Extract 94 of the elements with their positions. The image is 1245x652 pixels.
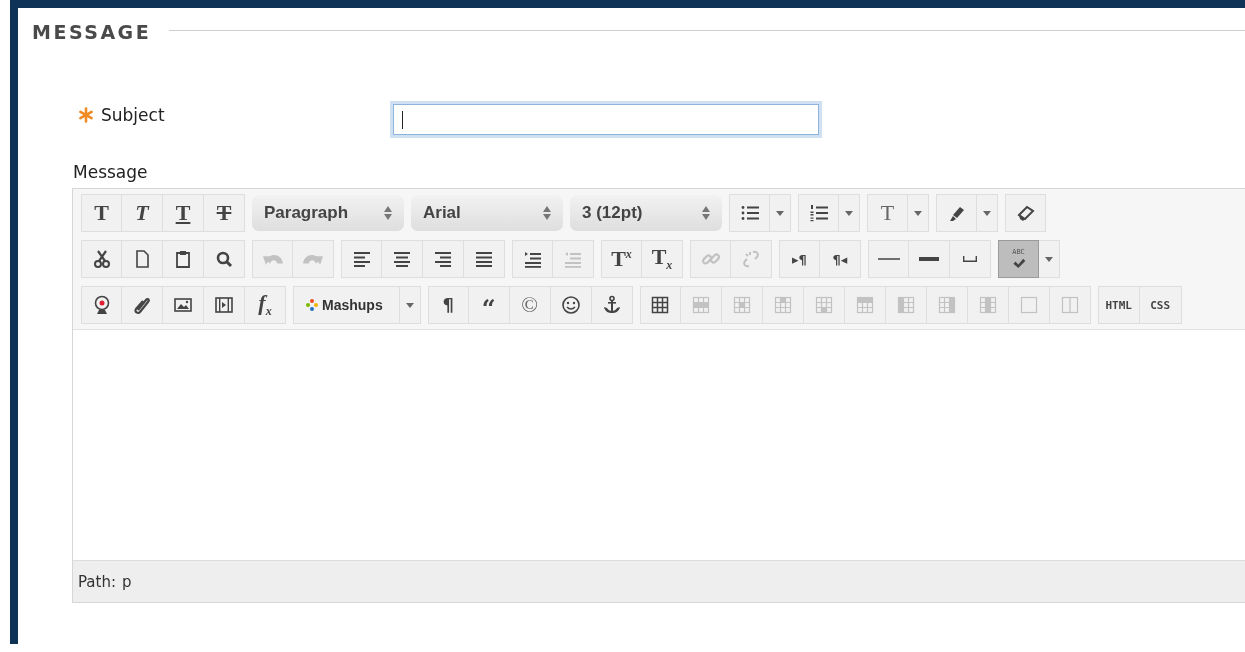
table-cells-icon — [813, 295, 834, 315]
toolbar-button[interactable]: T — [204, 194, 245, 232]
toolbar-button[interactable] — [81, 240, 122, 278]
dropdown-select[interactable]: Paragraph — [252, 195, 404, 231]
subject-field[interactable] — [393, 104, 819, 135]
toolbar-button[interactable]: T — [81, 194, 122, 232]
video-icon — [214, 295, 234, 315]
toolbar-button[interactable] — [81, 286, 122, 324]
toolbar-button[interactable]: T — [867, 194, 908, 232]
toolbar-button[interactable] — [163, 240, 204, 278]
toolbar-button[interactable] — [550, 286, 592, 324]
toolbar-button[interactable]: ▸¶ — [779, 240, 820, 278]
broken-link-icon — [741, 249, 761, 269]
align-center-icon — [392, 249, 412, 269]
thin-line-icon — [877, 258, 900, 260]
table-cells-icon — [977, 295, 998, 315]
dropdown-arrow-button[interactable] — [399, 286, 421, 324]
toolbar-button[interactable] — [1005, 194, 1046, 232]
subject-label: Subject — [101, 104, 165, 125]
undo-icon — [262, 253, 283, 265]
code-view-button[interactable]: CSS — [1139, 286, 1182, 324]
search-icon — [214, 249, 234, 269]
smiley-icon — [560, 295, 581, 315]
mashups-menu-button[interactable]: Mashups — [293, 286, 400, 324]
caret-icon — [405, 302, 414, 308]
toolbar-button[interactable]: © — [509, 286, 551, 324]
toolbar-button[interactable]: T$^{x}$ — [601, 240, 642, 278]
caret-icon — [776, 210, 784, 216]
anchor-icon — [601, 295, 622, 315]
toolbar-button[interactable] — [423, 240, 464, 278]
table-cells-icon — [690, 295, 711, 315]
toolbar-button[interactable] — [512, 240, 553, 278]
dropdown-arrow-button[interactable] — [908, 194, 929, 232]
clipboard-icon — [173, 249, 193, 269]
dropdown-select[interactable]: Arial — [411, 195, 563, 231]
table-cells-icon — [936, 295, 957, 315]
align-left-icon — [351, 249, 372, 269]
toolbar-button[interactable] — [639, 286, 681, 324]
toolbar-button[interactable]: T — [122, 194, 163, 232]
square-icon — [1018, 295, 1039, 315]
toolbar-button[interactable] — [591, 286, 633, 324]
updown-arrows-icon — [384, 206, 392, 220]
message-label: Message — [73, 162, 148, 182]
justify-icon — [474, 249, 494, 269]
align-right-icon — [433, 249, 453, 269]
toolbar-button[interactable] — [122, 286, 163, 324]
toolbar-button[interactable] — [122, 240, 163, 278]
updown-arrows-icon — [702, 206, 710, 220]
toolbar-button[interactable] — [729, 194, 770, 232]
path-label: Path: — [78, 572, 116, 591]
table-cells-icon — [854, 295, 875, 315]
outdent-icon — [563, 249, 583, 269]
toolbar-button[interactable] — [204, 240, 245, 278]
table-icon — [650, 295, 671, 315]
table-cells-icon — [772, 295, 793, 315]
updown-arrows-icon — [543, 206, 551, 220]
split-cell-icon — [1059, 295, 1080, 315]
toolbar-button[interactable] — [163, 286, 204, 324]
paperclip-icon — [132, 295, 152, 315]
dots-icon — [306, 299, 318, 311]
section-title: MESSAGE — [32, 21, 152, 43]
table-cells-icon — [731, 295, 752, 315]
eraser-icon — [1015, 203, 1036, 223]
caret-icon — [1045, 256, 1053, 262]
image-icon — [173, 295, 193, 315]
dropdown-arrow-button[interactable] — [1039, 240, 1060, 278]
toolbar-button[interactable]: T — [163, 194, 204, 232]
table-cells-icon — [895, 295, 916, 315]
toolbar-button[interactable]: “ — [468, 286, 510, 324]
caret-icon — [914, 210, 922, 216]
toolbar-button[interactable]: T$_{x}$ — [642, 240, 683, 278]
toolbar-button[interactable] — [798, 194, 839, 232]
toolbar-button[interactable] — [868, 240, 909, 278]
caret-icon — [983, 210, 991, 216]
toolbar-button[interactable] — [382, 240, 423, 278]
caret-icon — [845, 210, 853, 216]
indent-icon — [522, 249, 543, 269]
toolbar-button[interactable]: ¶◂ — [820, 240, 861, 278]
text-cursor — [402, 110, 403, 129]
path-value[interactable]: p — [122, 572, 132, 591]
scissors-icon — [91, 249, 112, 269]
space-icon — [963, 256, 977, 262]
code-view-button[interactable]: HTML — [1097, 286, 1140, 324]
toolbar-button[interactable] — [909, 240, 950, 278]
toolbar-button[interactable] — [464, 240, 505, 278]
toolbar-button[interactable] — [936, 194, 977, 232]
numbered-list-icon — [808, 203, 829, 223]
toolbar-button[interactable] — [341, 240, 382, 278]
toolbar-button[interactable] — [204, 286, 245, 324]
toolbar-button[interactable]: ¶ — [427, 286, 469, 324]
redo-icon — [303, 253, 323, 265]
list-icon — [739, 203, 760, 223]
dropdown-select[interactable]: 3 (12pt) — [570, 195, 722, 231]
toolbar-button[interactable]: f$_{x}$ — [245, 286, 286, 324]
